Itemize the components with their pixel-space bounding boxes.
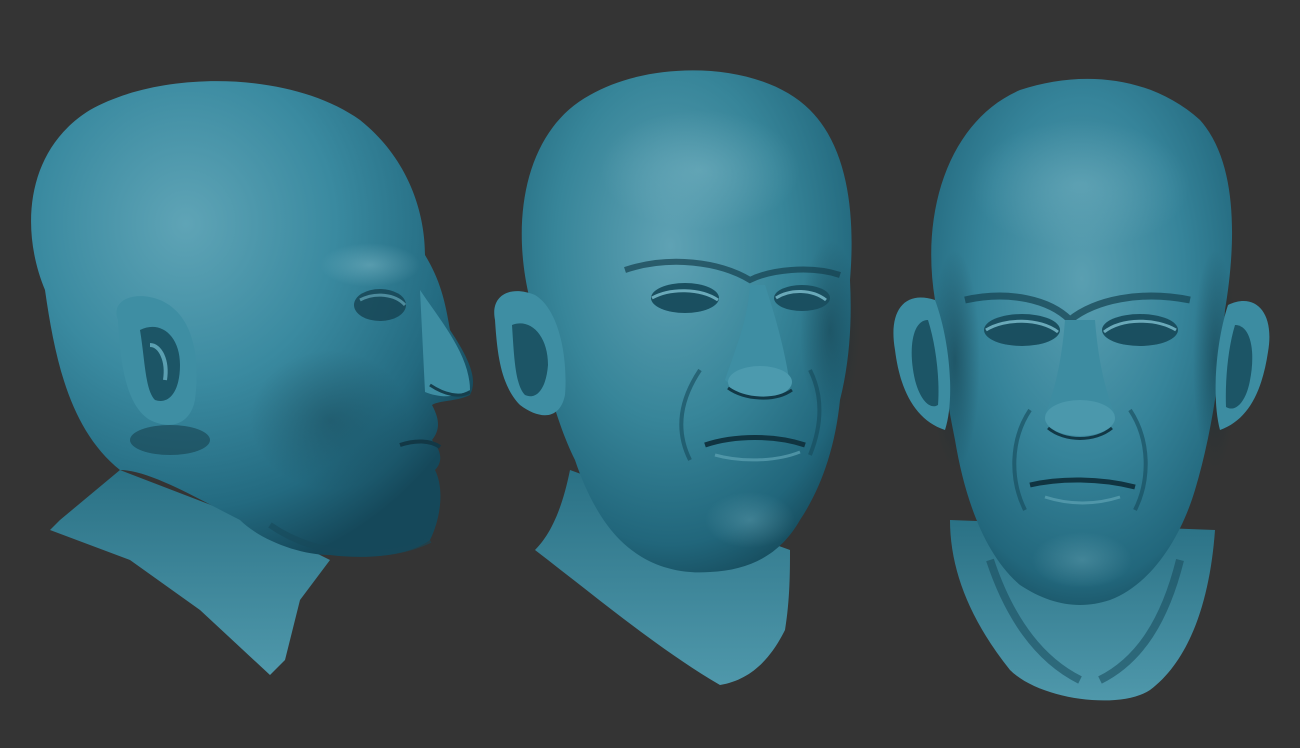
sculpt-render bbox=[31, 70, 1270, 701]
head-side-profile bbox=[31, 81, 474, 675]
ear-front-right bbox=[1215, 301, 1270, 430]
head-three-quarter bbox=[494, 70, 860, 685]
skull-side bbox=[31, 81, 474, 557]
viewport bbox=[0, 0, 1300, 748]
head-front bbox=[893, 78, 1270, 701]
